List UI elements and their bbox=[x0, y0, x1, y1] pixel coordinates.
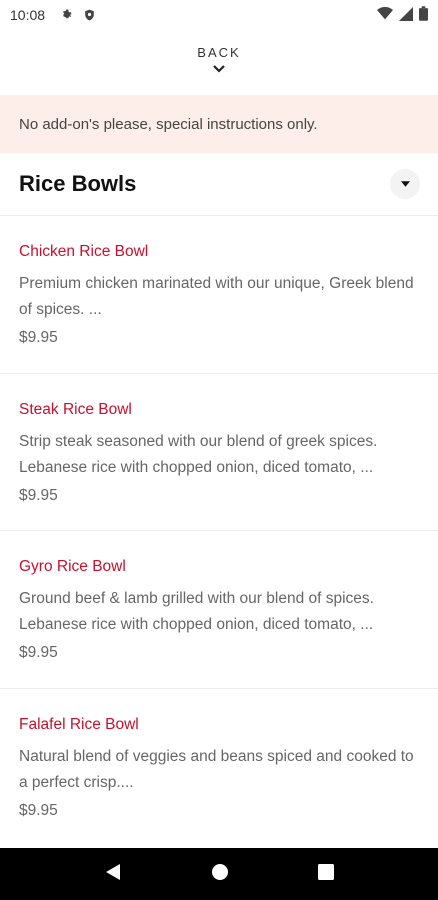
back-icon[interactable] bbox=[104, 863, 122, 886]
item-price: $9.95 bbox=[19, 487, 58, 504]
item-price: $9.95 bbox=[19, 644, 58, 661]
battery-icon bbox=[419, 6, 428, 24]
caret-down-icon bbox=[400, 181, 410, 187]
item-name: Gyro Rice Bowl bbox=[19, 558, 126, 575]
signal-icon bbox=[399, 6, 413, 24]
special-instructions-notice: No add-on's please, special instructions… bbox=[0, 95, 438, 153]
menu-item[interactable]: Gyro Rice Bowl Ground beef & lamb grille… bbox=[0, 531, 438, 689]
menu-item[interactable]: Steak Rice Bowl Strip steak seasoned wit… bbox=[0, 374, 438, 531]
section-title: Rice Bowls bbox=[19, 171, 137, 196]
chevron-down-icon bbox=[213, 65, 225, 73]
item-description: Premium chicken marinated with our uniqu… bbox=[19, 275, 414, 318]
item-name: Falafel Rice Bowl bbox=[19, 716, 139, 733]
gear-icon bbox=[59, 8, 73, 22]
item-description: Ground beef & lamb grilled with our blen… bbox=[19, 590, 374, 633]
home-icon[interactable] bbox=[211, 863, 229, 886]
item-description: Natural blend of veggies and beans spice… bbox=[19, 748, 414, 791]
recents-icon[interactable] bbox=[317, 863, 334, 885]
shield-icon bbox=[83, 8, 96, 22]
menu-item[interactable]: Falafel Rice Bowl Natural blend of veggi… bbox=[0, 689, 438, 848]
notice-text: No add-on's please, special instructions… bbox=[19, 115, 318, 133]
status-bar: 10:08 bbox=[0, 0, 438, 30]
menu-item[interactable]: Chicken Rice Bowl Premium chicken marina… bbox=[0, 216, 438, 374]
back-button[interactable]: BACK bbox=[0, 44, 438, 74]
status-right-icons bbox=[377, 6, 428, 24]
item-description: Strip steak seasoned with our blend of g… bbox=[19, 433, 378, 476]
section-header[interactable]: Rice Bowls bbox=[0, 153, 438, 216]
status-time: 10:08 bbox=[10, 7, 46, 23]
back-label: BACK bbox=[197, 45, 241, 60]
wifi-icon bbox=[377, 6, 393, 24]
system-nav-bar bbox=[0, 848, 438, 900]
item-name: Steak Rice Bowl bbox=[19, 401, 132, 418]
item-price: $9.95 bbox=[19, 802, 58, 819]
item-price: $9.95 bbox=[19, 329, 58, 346]
item-name: Chicken Rice Bowl bbox=[19, 243, 149, 260]
collapse-button[interactable] bbox=[390, 169, 420, 199]
